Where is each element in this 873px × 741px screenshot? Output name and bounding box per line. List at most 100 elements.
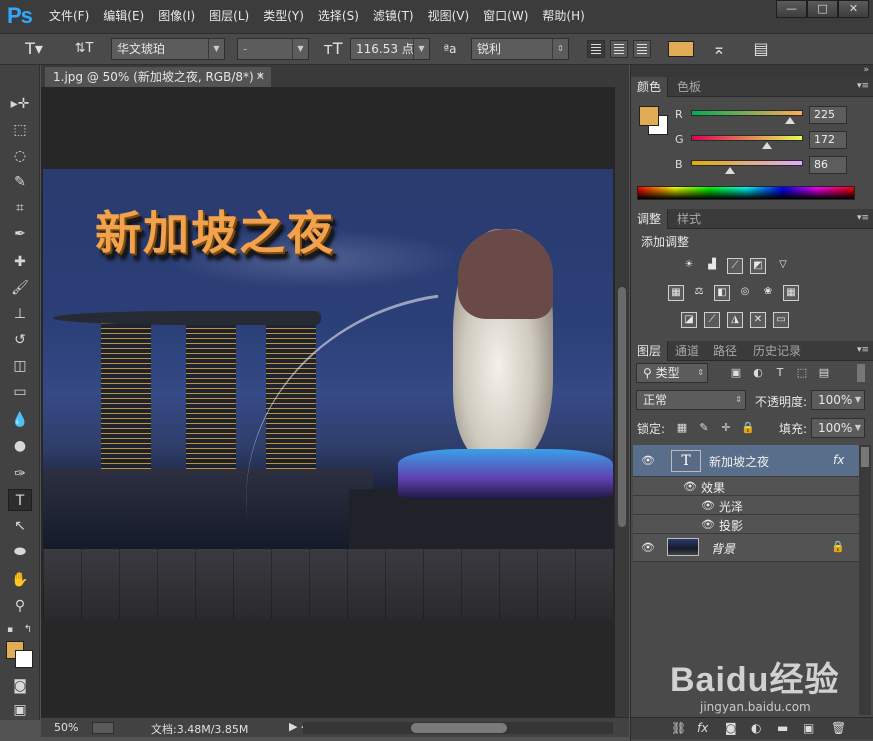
menu-layer[interactable]: 图层(L): [202, 0, 256, 33]
panel-menu-icon[interactable]: ▾≡: [857, 345, 869, 355]
blend-mode-dropdown[interactable]: 正常 ⇕: [636, 390, 746, 410]
layer-name[interactable]: 新加坡之夜: [709, 453, 769, 470]
tab-styles[interactable]: 样式: [671, 209, 707, 229]
filter-shape-icon[interactable]: ⬚: [795, 366, 809, 380]
swap-colors-icon[interactable]: ↰: [22, 619, 34, 641]
visibility-eye-icon[interactable]: 👁: [641, 541, 655, 554]
curves-icon[interactable]: ⟋: [727, 258, 743, 274]
new-group-icon[interactable]: ▬: [777, 721, 788, 735]
quick-select-tool-icon[interactable]: ✎: [8, 171, 32, 193]
zoom-level[interactable]: 50%: [54, 721, 78, 734]
fx-icon[interactable]: fx: [833, 453, 844, 467]
visibility-eye-icon[interactable]: 👁: [701, 499, 715, 512]
align-left-button[interactable]: [587, 40, 605, 58]
panel-menu-icon[interactable]: ▾≡: [857, 213, 869, 223]
selective-color-icon[interactable]: ✕: [750, 312, 766, 328]
canvas-image[interactable]: 新加坡之夜: [43, 169, 613, 619]
threshold-icon[interactable]: ◮: [727, 312, 743, 328]
menu-window[interactable]: 窗口(W): [476, 0, 535, 33]
tab-paths[interactable]: 路径: [707, 341, 743, 361]
new-layer-icon[interactable]: ▣: [803, 721, 814, 735]
color-balance-icon[interactable]: ⚖: [691, 285, 707, 301]
scrollbar-thumb[interactable]: [618, 287, 626, 527]
foreground-color-swatch[interactable]: [639, 106, 659, 126]
tab-swatches[interactable]: 色板: [671, 77, 707, 97]
posterize-icon[interactable]: ⟋: [704, 312, 720, 328]
menu-select[interactable]: 选择(S): [311, 0, 366, 33]
screen-mode-icon[interactable]: ▣: [8, 699, 32, 721]
slider-thumb[interactable]: [785, 117, 795, 124]
levels-icon[interactable]: ▟: [704, 258, 720, 274]
menu-file[interactable]: 文件(F): [42, 0, 96, 33]
gradient-tool-icon[interactable]: ▭: [8, 381, 32, 403]
menu-filter[interactable]: 滤镜(T): [366, 0, 421, 33]
color-spectrum-bar[interactable]: [637, 186, 855, 200]
channel-value-r[interactable]: 225: [809, 106, 847, 124]
eyedropper-tool-icon[interactable]: ✒: [8, 223, 32, 245]
brush-tool-icon[interactable]: 🖌: [8, 277, 32, 299]
antialias-dropdown[interactable]: 锐利 ⇕: [471, 38, 569, 60]
background-color-swatch[interactable]: [15, 650, 33, 668]
align-right-button[interactable]: [633, 40, 651, 58]
fill-input[interactable]: 100% ▼: [811, 418, 865, 438]
type-tool-preset-icon[interactable]: T▾: [20, 38, 48, 60]
pen-tool-icon[interactable]: ✑: [8, 463, 32, 485]
visibility-eye-icon[interactable]: 👁: [701, 518, 715, 531]
lock-all-icon[interactable]: 🔒: [741, 421, 755, 435]
brightness-icon[interactable]: ☀: [681, 258, 697, 274]
slider-thumb[interactable]: [762, 142, 772, 149]
ellipse-tool-icon[interactable]: ⬬: [8, 541, 32, 563]
layer-filter-dropdown[interactable]: ⚲ 类型 ⇕: [636, 363, 708, 383]
vibrance-icon[interactable]: ▽: [775, 258, 791, 274]
channel-value-b[interactable]: 86: [809, 156, 847, 174]
zoom-tool-icon[interactable]: ⚲: [8, 595, 32, 617]
lasso-tool-icon[interactable]: ◌: [8, 145, 32, 167]
menu-help[interactable]: 帮助(H): [535, 0, 591, 33]
healing-brush-tool-icon[interactable]: ✚: [8, 251, 32, 273]
layer-row-background[interactable]: 👁 背景 🔒: [633, 534, 859, 562]
hue-saturation-icon[interactable]: ▦: [668, 285, 684, 301]
link-layers-icon[interactable]: ⛓: [671, 721, 686, 735]
document-tab[interactable]: 1.jpg @ 50% (新加坡之夜, RGB/8*) * ✕: [45, 67, 271, 87]
align-center-button[interactable]: [610, 40, 628, 58]
panel-collapse-bar[interactable]: »: [631, 65, 873, 77]
font-family-dropdown[interactable]: 华文琥珀 ▼: [111, 38, 225, 60]
invert-icon[interactable]: ◪: [681, 312, 697, 328]
layer-effect-row[interactable]: 👁 光泽: [633, 496, 859, 515]
lock-transparency-icon[interactable]: ▦: [675, 421, 689, 435]
tab-channels[interactable]: 通道: [669, 341, 705, 361]
photo-filter-icon[interactable]: ◎: [737, 285, 753, 301]
delete-layer-icon[interactable]: 🗑: [831, 721, 846, 735]
filter-type-icon[interactable]: T: [773, 366, 787, 380]
horizontal-scrollbar[interactable]: [303, 722, 613, 734]
panel-menu-icon[interactable]: ▾≡: [857, 81, 869, 91]
gradient-map-icon[interactable]: ▭: [773, 312, 789, 328]
text-orientation-icon[interactable]: ⇅T: [72, 38, 96, 60]
vertical-scrollbar[interactable]: [615, 87, 629, 717]
type-tool-icon[interactable]: T: [8, 489, 32, 511]
status-info-icon[interactable]: [92, 722, 114, 734]
menu-image[interactable]: 图像(I): [151, 0, 202, 33]
channel-mixer-icon[interactable]: ❀: [760, 285, 776, 301]
channel-slider-g[interactable]: [691, 135, 803, 149]
lock-pixels-icon[interactable]: ✎: [697, 421, 711, 435]
black-white-icon[interactable]: ◧: [714, 285, 730, 301]
path-select-tool-icon[interactable]: ↖: [8, 515, 32, 537]
tab-adjustments[interactable]: 调整: [631, 209, 669, 229]
hand-tool-icon[interactable]: ✋: [8, 569, 32, 591]
canvas-title-text[interactable]: 新加坡之夜: [95, 197, 335, 263]
layer-row-text[interactable]: 👁 T 新加坡之夜 fx: [633, 445, 859, 477]
eraser-tool-icon[interactable]: ◫: [8, 355, 32, 377]
color-lookup-icon[interactable]: ▦: [783, 285, 799, 301]
opacity-input[interactable]: 100% ▼: [811, 390, 865, 410]
visibility-eye-icon[interactable]: 👁: [641, 454, 655, 467]
tab-layers[interactable]: 图层: [631, 341, 669, 361]
close-icon[interactable]: ✕: [256, 67, 265, 87]
layer-effect-row[interactable]: 👁 投影: [633, 515, 859, 534]
blur-tool-icon[interactable]: 💧: [8, 409, 32, 431]
slider-thumb[interactable]: [725, 167, 735, 174]
add-mask-icon[interactable]: ◙: [725, 721, 737, 735]
menu-type[interactable]: 类型(Y): [256, 0, 311, 33]
character-panel-icon[interactable]: ▤: [750, 38, 772, 60]
minimize-button[interactable]: —: [776, 0, 807, 18]
